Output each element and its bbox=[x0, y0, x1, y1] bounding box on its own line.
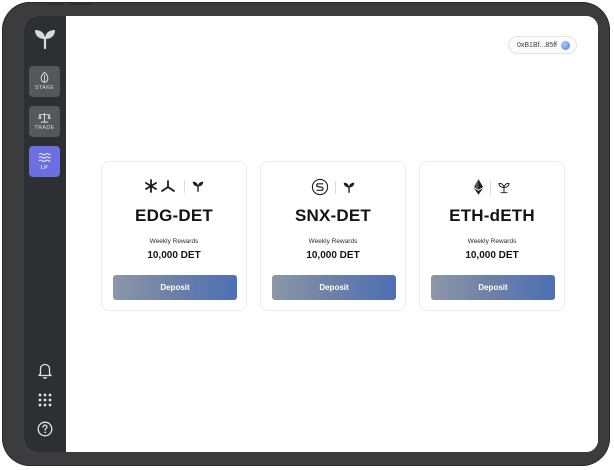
wallet-address: 0xB1Bf...85ff bbox=[517, 41, 557, 49]
sidebar-item-label: TRADE bbox=[34, 125, 55, 132]
deposit-button[interactable]: Deposit bbox=[431, 275, 555, 300]
rewards-value: 10,000 DET bbox=[306, 250, 360, 261]
wallet-address-button[interactable]: 0xB1Bf...85ff bbox=[508, 36, 577, 54]
pool-name: SNX-DET bbox=[294, 206, 372, 225]
sprout-icon bbox=[343, 182, 354, 193]
help-icon[interactable] bbox=[35, 419, 55, 439]
rewards-label: Weekly Rewards bbox=[308, 238, 358, 245]
bell-icon[interactable] bbox=[35, 360, 55, 380]
sidebar-item-trade[interactable]: TRADE bbox=[29, 106, 60, 137]
pool-token-icons bbox=[102, 178, 246, 194]
sprout-icon bbox=[192, 181, 203, 192]
icon-divider bbox=[183, 179, 185, 193]
sidebar-item-label: LP bbox=[40, 165, 49, 172]
pool-name: ETH-dETH bbox=[449, 206, 535, 225]
synthetix-icon bbox=[311, 178, 328, 196]
pool-card-snx-det: SNX-DET Weekly Rewards 10,000 DET Deposi… bbox=[260, 161, 406, 311]
leaf-icon bbox=[40, 72, 49, 83]
pool-token-icons bbox=[261, 178, 405, 196]
tablet-frame: STAKE TRADE LP 0xB1Bf...85ff EDG-DET Wee… bbox=[2, 2, 610, 466]
pool-card-eth-deth: ETH-dETH Weekly Rewards 10,000 DET Depos… bbox=[419, 161, 565, 311]
sidebar-item-stake[interactable]: STAKE bbox=[29, 66, 60, 97]
edgeware-icon bbox=[144, 179, 175, 193]
deposit-button[interactable]: Deposit bbox=[272, 275, 396, 300]
sidebar-item-lp[interactable]: LP bbox=[29, 146, 60, 177]
app-screen: STAKE TRADE LP 0xB1Bf...85ff EDG-DET Wee… bbox=[24, 16, 598, 452]
pool-name: EDG-DET bbox=[135, 206, 213, 225]
icon-divider bbox=[490, 180, 491, 194]
pool-card-edg-det: EDG-DET Weekly Rewards 10,000 DET Deposi… bbox=[101, 161, 247, 311]
rewards-label: Weekly Rewards bbox=[467, 238, 517, 245]
apps-grid-icon[interactable] bbox=[35, 390, 55, 410]
device-button bbox=[70, 2, 92, 5]
pool-token-icons bbox=[420, 178, 564, 196]
sidebar: STAKE TRADE LP bbox=[24, 16, 66, 452]
deposit-button[interactable]: Deposit bbox=[113, 275, 237, 300]
sidebar-item-label: STAKE bbox=[34, 85, 55, 92]
sprout-icon[interactable] bbox=[32, 26, 58, 52]
main-content: 0xB1Bf...85ff EDG-DET Weekly Rewards 10,… bbox=[66, 16, 598, 452]
seedling-icon bbox=[498, 182, 510, 194]
waves-icon bbox=[38, 153, 51, 163]
rewards-label: Weekly Rewards bbox=[149, 238, 199, 245]
rewards-value: 10,000 DET bbox=[465, 250, 519, 261]
rewards-value: 10,000 DET bbox=[147, 250, 201, 261]
device-button bbox=[48, 2, 64, 5]
ethereum-icon bbox=[473, 179, 484, 195]
wallet-avatar-icon bbox=[560, 40, 570, 50]
icon-divider bbox=[334, 180, 336, 194]
scale-icon bbox=[38, 113, 51, 123]
